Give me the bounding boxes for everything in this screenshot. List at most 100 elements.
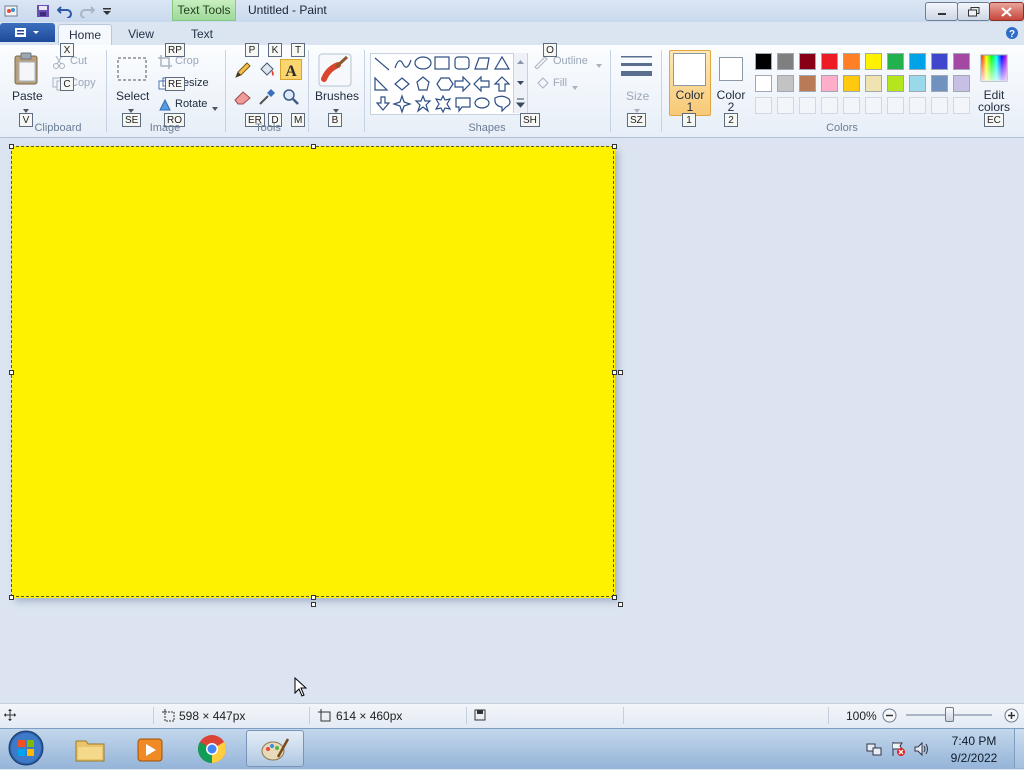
eraser-icon[interactable] bbox=[233, 87, 253, 110]
palette-swatch[interactable] bbox=[799, 53, 816, 70]
restore-button[interactable] bbox=[957, 2, 990, 21]
redo-icon[interactable] bbox=[78, 2, 96, 20]
taskbar-chrome[interactable] bbox=[184, 730, 240, 767]
shapes-scrollbar[interactable] bbox=[513, 53, 527, 113]
canvas-handle-right[interactable] bbox=[618, 370, 623, 375]
color-2-swatch[interactable] bbox=[719, 57, 743, 81]
taskbar-media-player[interactable] bbox=[122, 730, 178, 767]
palette-swatch[interactable] bbox=[887, 53, 904, 70]
zoom-level-text: 100% bbox=[846, 709, 877, 723]
resize-handle-bottom-right[interactable] bbox=[612, 595, 617, 600]
palette-swatch[interactable] bbox=[931, 75, 948, 92]
tab-text[interactable]: Text bbox=[180, 24, 224, 45]
color-picker-icon[interactable] bbox=[257, 87, 277, 110]
palette-swatch-empty[interactable] bbox=[843, 97, 860, 114]
select-button[interactable]: Select bbox=[116, 89, 149, 103]
palette-swatch-empty[interactable] bbox=[865, 97, 882, 114]
color-2-label[interactable]: Color 2 bbox=[716, 89, 746, 113]
palette-swatch[interactable] bbox=[843, 75, 860, 92]
edit-colors-button[interactable]: Edit colors bbox=[976, 89, 1012, 113]
paste-button[interactable]: Paste bbox=[12, 89, 43, 103]
palette-swatch[interactable] bbox=[953, 75, 970, 92]
minimize-button[interactable] bbox=[925, 2, 958, 21]
resize-handle-bottom[interactable] bbox=[311, 595, 316, 600]
palette-swatch[interactable] bbox=[865, 53, 882, 70]
rotate-button[interactable]: Rotate bbox=[175, 98, 207, 110]
palette-swatch[interactable] bbox=[777, 53, 794, 70]
palette-swatch[interactable] bbox=[909, 53, 926, 70]
selection-rectangle[interactable] bbox=[11, 146, 614, 597]
size-icon[interactable] bbox=[620, 54, 653, 87]
cursor-position-icon bbox=[4, 709, 16, 724]
palette-swatch[interactable] bbox=[777, 75, 794, 92]
resize-handle-top-right[interactable] bbox=[612, 144, 617, 149]
customize-quick-access-icon[interactable] bbox=[98, 2, 116, 20]
edit-colors-icon[interactable] bbox=[979, 53, 1009, 83]
palette-swatch[interactable] bbox=[755, 75, 772, 92]
clock-date[interactable]: 9/2/2022 bbox=[939, 751, 1009, 765]
zoom-slider-thumb[interactable] bbox=[945, 707, 954, 722]
canvas-handle-bottom-right[interactable] bbox=[618, 602, 623, 607]
keytip-cut: X bbox=[60, 43, 74, 57]
zoom-out-button[interactable] bbox=[882, 708, 897, 726]
palette-swatch[interactable] bbox=[909, 75, 926, 92]
paint-menu-button[interactable] bbox=[0, 23, 55, 42]
fill-button[interactable]: Fill bbox=[553, 77, 567, 89]
paste-icon[interactable] bbox=[12, 52, 42, 89]
keytip-edit-colors: EC bbox=[984, 113, 1004, 127]
group-divider bbox=[364, 50, 365, 132]
tab-view[interactable]: View bbox=[118, 24, 164, 45]
volume-icon[interactable] bbox=[914, 741, 930, 760]
palette-swatch-empty[interactable] bbox=[821, 97, 838, 114]
action-center-icon[interactable] bbox=[890, 741, 906, 760]
brushes-icon[interactable] bbox=[318, 53, 352, 90]
zoom-in-button[interactable] bbox=[1004, 708, 1019, 726]
outline-button[interactable]: Outline bbox=[553, 55, 588, 67]
undo-icon[interactable] bbox=[56, 2, 74, 20]
brushes-button[interactable]: Brushes bbox=[315, 89, 359, 103]
size-button[interactable]: Size bbox=[626, 89, 649, 103]
start-button[interactable] bbox=[6, 729, 46, 767]
palette-swatch-empty[interactable] bbox=[799, 97, 816, 114]
keytip-brushes: B bbox=[328, 113, 342, 127]
color-1-label: Color 1 bbox=[675, 88, 705, 114]
palette-swatch-empty[interactable] bbox=[777, 97, 794, 114]
palette-swatch[interactable] bbox=[953, 53, 970, 70]
palette-swatch-empty[interactable] bbox=[887, 97, 904, 114]
palette-swatch-empty[interactable] bbox=[931, 97, 948, 114]
text-tool-icon[interactable]: A bbox=[280, 59, 302, 80]
canvas-handle-bottom[interactable] bbox=[311, 602, 316, 607]
resize-handle-right[interactable] bbox=[612, 370, 617, 375]
resize-handle-top[interactable] bbox=[311, 144, 316, 149]
palette-swatch[interactable] bbox=[821, 75, 838, 92]
resize-handle-left[interactable] bbox=[9, 370, 14, 375]
resize-handle-top-left[interactable] bbox=[9, 144, 14, 149]
palette-swatch[interactable] bbox=[931, 53, 948, 70]
palette-swatch[interactable] bbox=[865, 75, 882, 92]
palette-swatch-empty[interactable] bbox=[755, 97, 772, 114]
close-button[interactable] bbox=[989, 2, 1024, 21]
palette-swatch[interactable] bbox=[799, 75, 816, 92]
palette-swatch-empty[interactable] bbox=[909, 97, 926, 114]
shapes-gallery[interactable] bbox=[370, 53, 528, 115]
select-icon[interactable] bbox=[116, 56, 148, 85]
paint-app-icon[interactable] bbox=[2, 2, 20, 20]
palette-swatch[interactable] bbox=[821, 53, 838, 70]
clock-time[interactable]: 7:40 PM bbox=[939, 734, 1009, 748]
show-desktop-button[interactable] bbox=[1014, 729, 1024, 768]
palette-swatch[interactable] bbox=[843, 53, 860, 70]
magnifier-icon[interactable] bbox=[281, 87, 301, 110]
resize-handle-bottom-left[interactable] bbox=[9, 595, 14, 600]
taskbar-explorer[interactable] bbox=[62, 730, 118, 767]
palette-swatch-empty[interactable] bbox=[953, 97, 970, 114]
palette-swatch[interactable] bbox=[755, 53, 772, 70]
network-icon[interactable] bbox=[866, 741, 882, 760]
taskbar-paint[interactable] bbox=[246, 730, 304, 767]
save-icon[interactable] bbox=[34, 2, 52, 20]
status-divider bbox=[623, 707, 624, 724]
help-icon[interactable]: ? bbox=[1005, 26, 1019, 43]
keytip-magnifier: M bbox=[291, 113, 306, 127]
pencil-icon[interactable] bbox=[233, 60, 253, 83]
fill-bucket-icon[interactable] bbox=[257, 60, 277, 83]
palette-swatch[interactable] bbox=[887, 75, 904, 92]
